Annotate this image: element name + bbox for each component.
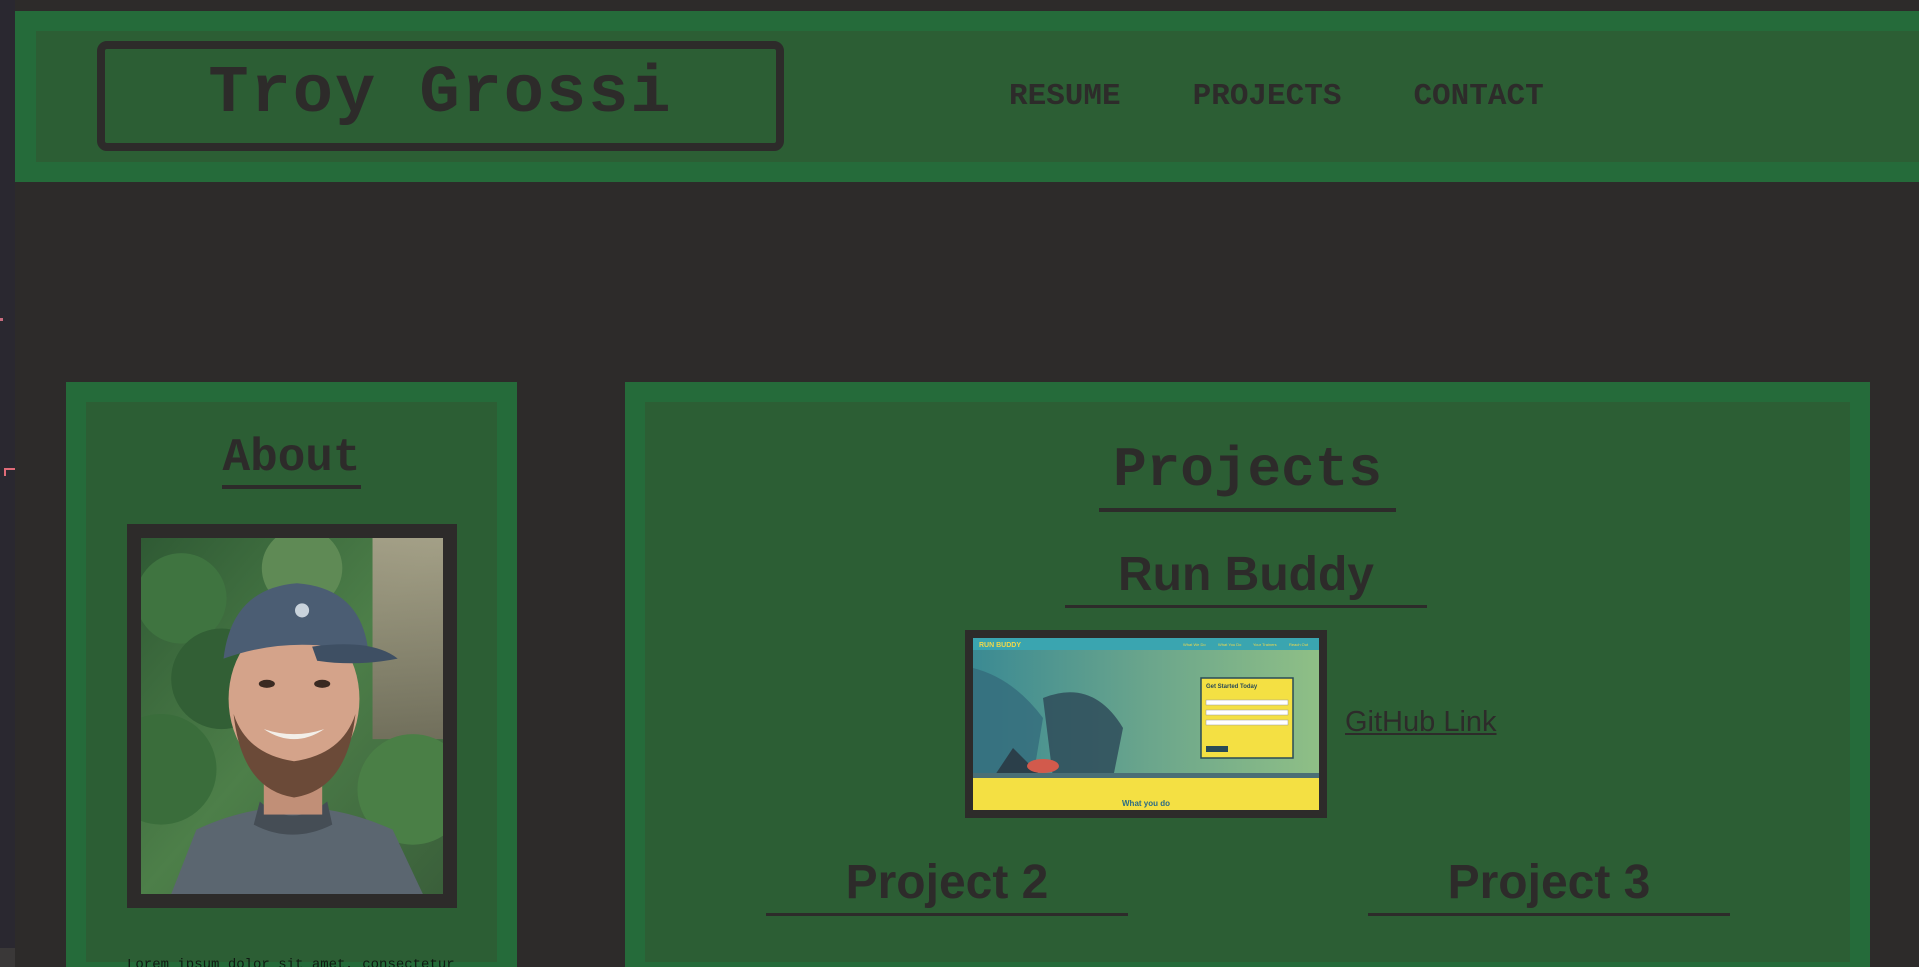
about-heading-text: About bbox=[222, 435, 361, 489]
main-nav: RESUME PROJECTS CONTACT bbox=[1009, 31, 1616, 162]
nav-link-resume[interactable]: RESUME bbox=[1009, 79, 1121, 114]
project-title-run-buddy: Run Buddy bbox=[1065, 551, 1427, 608]
projects-inner: Projects Run Buddy RUN BUDDY What We Do … bbox=[645, 402, 1850, 962]
site-header: Troy Grossi RESUME PROJECTS CONTACT bbox=[15, 11, 1919, 182]
run-buddy-nav-3: Your Trainers bbox=[1253, 642, 1277, 647]
profile-photo bbox=[141, 538, 443, 894]
projects-heading-text: Projects bbox=[1099, 442, 1396, 512]
about-heading: About bbox=[86, 435, 497, 489]
github-link-run-buddy[interactable]: GitHub Link bbox=[1345, 706, 1497, 739]
site-logo[interactable]: Troy Grossi bbox=[208, 56, 672, 132]
projects-card: Projects Run Buddy RUN BUDDY What We Do … bbox=[625, 382, 1870, 967]
run-buddy-screenshot-image[interactable]: RUN BUDDY What We Do What You Do Your Tr… bbox=[973, 638, 1319, 810]
about-body-text: Lorem ipsum dolor sit amet, consectetur … bbox=[127, 957, 455, 967]
run-buddy-preview: RUN BUDDY What We Do What You Do Your Tr… bbox=[973, 638, 1319, 810]
about-inner: About Lorem ipsum dolor sit amet, consec… bbox=[86, 402, 497, 967]
gutter-marker bbox=[0, 318, 3, 321]
nav-link-contact[interactable]: CONTACT bbox=[1413, 79, 1543, 114]
logo-box[interactable]: Troy Grossi bbox=[97, 41, 784, 151]
run-buddy-nav-1: What We Do bbox=[1183, 642, 1206, 647]
header-inner: Troy Grossi RESUME PROJECTS CONTACT bbox=[36, 31, 1919, 162]
profile-photo-frame bbox=[127, 524, 457, 908]
editor-gutter bbox=[0, 0, 15, 967]
gutter-marker bbox=[4, 468, 15, 476]
run-buddy-screenshot[interactable]: RUN BUDDY What We Do What You Do Your Tr… bbox=[965, 630, 1327, 818]
nav-link-projects[interactable]: PROJECTS bbox=[1193, 79, 1342, 114]
profile-photo-image bbox=[141, 538, 443, 894]
page: Troy Grossi RESUME PROJECTS CONTACT Abou… bbox=[0, 0, 1919, 967]
gutter-corner bbox=[0, 948, 15, 967]
project-title-3: Project 3 bbox=[1368, 859, 1730, 916]
run-buddy-brand: RUN BUDDY bbox=[979, 642, 1021, 649]
about-card: About Lorem ipsum dolor sit amet, consec… bbox=[66, 382, 517, 967]
run-buddy-footer-title: What you do bbox=[1122, 799, 1170, 808]
project-title-2: Project 2 bbox=[766, 859, 1128, 916]
run-buddy-nav-4: Reach Out bbox=[1289, 642, 1309, 647]
run-buddy-form-title: Get Started Today bbox=[1206, 684, 1258, 690]
projects-heading: Projects bbox=[645, 442, 1850, 512]
run-buddy-nav-2: What You Do bbox=[1218, 642, 1242, 647]
